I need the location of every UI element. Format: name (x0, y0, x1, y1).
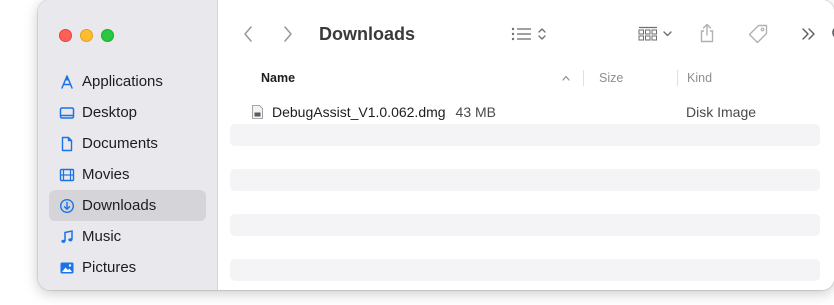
sidebar-item-label: Desktop (82, 104, 138, 121)
disk-image-icon (252, 101, 264, 124)
music-note-icon (59, 229, 75, 245)
more-chevrons-icon[interactable] (800, 26, 818, 42)
sidebar-item-label: Documents (82, 135, 158, 152)
empty-row (230, 168, 820, 191)
empty-row (230, 191, 820, 214)
empty-row (230, 146, 820, 169)
forward-chevron-icon[interactable] (280, 24, 296, 44)
applications-icon (59, 74, 75, 90)
sidebar-item-label: Music (82, 228, 122, 245)
column-kind-header[interactable]: Kind (679, 66, 834, 90)
sidebar-item-music[interactable]: Music (49, 221, 206, 252)
list-view-icon[interactable] (510, 25, 558, 43)
photo-icon (59, 260, 75, 276)
close-button[interactable] (59, 29, 72, 42)
sidebar: Applications Desktop Documents Movies Do… (38, 0, 218, 290)
sidebar-item-label: Downloads (82, 197, 157, 214)
sidebar-item-documents[interactable]: Documents (49, 128, 206, 159)
group-grid-icon[interactable] (638, 25, 676, 43)
empty-row (230, 213, 820, 236)
column-name-header[interactable]: Name (229, 66, 581, 90)
column-divider[interactable] (677, 70, 678, 86)
column-name-label: Name (261, 71, 296, 85)
empty-row (230, 236, 820, 259)
window-controls (59, 29, 114, 42)
toolbar: Downloads (218, 0, 834, 66)
window-title: Downloads (319, 24, 416, 44)
search-icon[interactable] (830, 24, 834, 44)
column-size-label: Size (599, 71, 624, 85)
sidebar-item-downloads[interactable]: Downloads (49, 190, 206, 221)
file-name: DebugAssist_V1.0.062.dmg (272, 104, 446, 121)
file-list: DebugAssist_V1.0.062.dmg 43 MB Disk Imag… (230, 101, 820, 281)
sidebar-item-label: Applications (82, 73, 163, 90)
back-chevron-icon[interactable] (240, 24, 256, 44)
zoom-button[interactable] (101, 29, 114, 42)
column-divider[interactable] (583, 70, 584, 86)
document-icon (59, 136, 75, 152)
sidebar-item-label: Movies (82, 166, 130, 183)
column-size-header[interactable]: Size (591, 66, 679, 90)
column-header: Name Size Kind (229, 66, 820, 90)
sidebar-item-label: Pictures (82, 259, 137, 276)
sidebar-item-desktop[interactable]: Desktop (49, 97, 206, 128)
sidebar-list: Applications Desktop Documents Movies Do… (49, 66, 206, 283)
sidebar-item-pictures[interactable]: Pictures (49, 252, 206, 283)
table-row[interactable]: DebugAssist_V1.0.062.dmg 43 MB Disk Imag… (230, 101, 820, 124)
empty-row (230, 258, 820, 281)
minimize-button[interactable] (80, 29, 93, 42)
file-size: 43 MB (455, 104, 496, 121)
desktop-icon (59, 105, 75, 121)
sort-chevron-up-icon[interactable] (561, 72, 571, 86)
film-icon (59, 167, 75, 183)
column-kind-label: Kind (687, 71, 713, 85)
file-kind: Disk Image (686, 104, 757, 121)
tag-icon[interactable] (746, 23, 770, 45)
file-browser: Downloads Name Size Kind DebugAssist_V1.… (218, 0, 834, 290)
sidebar-item-applications[interactable]: Applications (49, 66, 206, 97)
sidebar-item-movies[interactable]: Movies (49, 159, 206, 190)
download-icon (59, 198, 75, 214)
finder-window: Applications Desktop Documents Movies Do… (38, 0, 834, 290)
empty-row (230, 123, 820, 146)
share-icon[interactable] (698, 22, 716, 44)
